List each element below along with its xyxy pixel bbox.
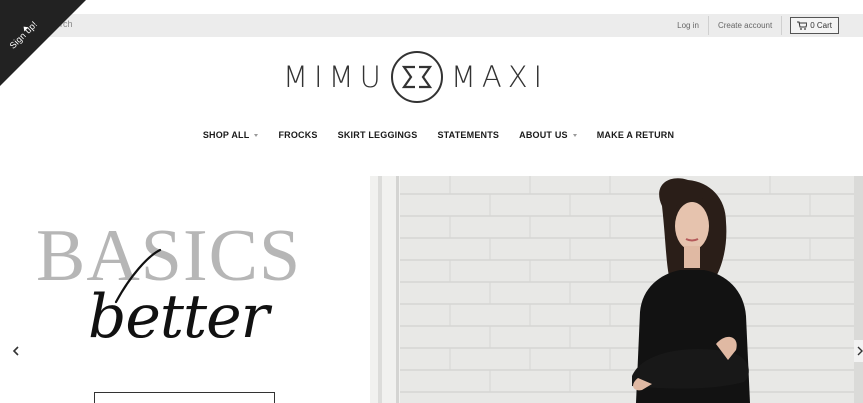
logo-word-right: MAXI [450, 60, 549, 94]
chevron-down-icon [254, 133, 259, 137]
nav-item-skirt-leggings[interactable]: SKIRT LEGGINGS [338, 130, 418, 140]
logo-word-left: MIMU [283, 60, 387, 94]
nav-item-about-us[interactable]: ABOUT US [519, 130, 577, 140]
chevron-left-icon[interactable] [10, 344, 22, 358]
hero-subheadline: better [88, 282, 269, 352]
cart-icon [797, 21, 808, 30]
model-photo [370, 176, 863, 403]
signup-corner-ribbon[interactable]: Sign up! [0, 0, 90, 90]
nav-item-label: SKIRT LEGGINGS [337, 130, 418, 140]
login-link[interactable]: Log in [668, 16, 708, 35]
account-links: Log in Create account 0 Cart [668, 16, 839, 35]
cart-label: 0 Cart [810, 21, 832, 30]
hero-photo [370, 176, 863, 403]
hero-cta-button[interactable] [94, 392, 275, 403]
logo-emblem-icon [390, 51, 443, 103]
nav-item-label: STATEMENTS [437, 130, 500, 140]
nav-item-label: FROCKS [278, 130, 318, 140]
divider [781, 16, 783, 35]
hero-slideshow: BASICS better [0, 176, 863, 403]
chevron-right-icon[interactable] [854, 340, 863, 362]
nav-item-statements[interactable]: STATEMENTS [437, 130, 499, 140]
main-nav: SHOP ALL FROCKS SKIRT LEGGINGS STATEMENT… [0, 130, 863, 140]
nav-item-make-a-return[interactable]: MAKE A RETURN [597, 130, 674, 140]
nav-item-label: ABOUT US [519, 130, 568, 140]
nav-item-frocks[interactable]: FROCKS [278, 130, 317, 140]
create-account-link[interactable]: Create account [709, 16, 781, 35]
site-logo[interactable]: MIMU MAXI [283, 51, 583, 103]
nav-item-shop-all[interactable]: SHOP ALL [203, 130, 259, 140]
nav-item-label: SHOP ALL [202, 130, 250, 140]
chevron-down-icon [572, 133, 577, 137]
top-utility-bar: rch Log in Create account 0 Cart [0, 14, 863, 37]
cart-button[interactable]: 0 Cart [790, 17, 839, 34]
nav-item-label: MAKE A RETURN [596, 130, 675, 140]
